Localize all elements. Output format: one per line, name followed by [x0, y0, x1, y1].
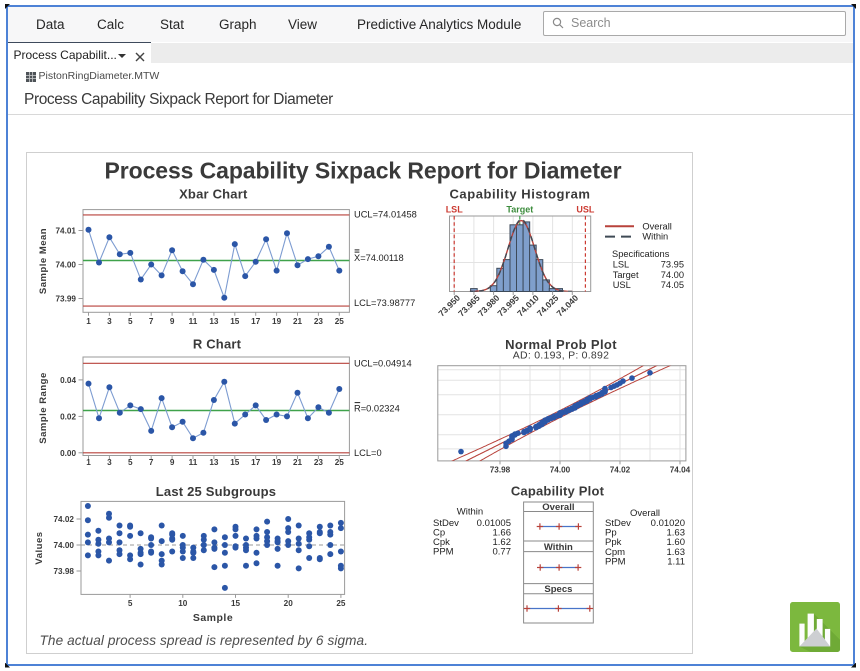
svg-text:23: 23: [314, 317, 324, 326]
svg-text:9: 9: [170, 317, 175, 326]
svg-text:Specifications: Specifications: [612, 249, 670, 259]
svg-text:LSL: LSL: [613, 259, 630, 269]
svg-text:Sample: Sample: [193, 612, 233, 624]
svg-text:R=0.02324: R=0.02324: [354, 403, 400, 413]
svg-text:Within: Within: [642, 232, 668, 242]
svg-text:5: 5: [128, 458, 133, 467]
svg-text:AD: 0.193, P: 0.892: AD: 0.193, P: 0.892: [513, 350, 609, 362]
svg-text:74.02: 74.02: [610, 465, 631, 474]
svg-text:0.02: 0.02: [60, 412, 76, 421]
svg-text:Last 25 Subgroups: Last 25 Subgroups: [156, 484, 276, 499]
svg-text:Target: Target: [613, 270, 639, 280]
svg-text:1: 1: [86, 458, 91, 467]
svg-text:21: 21: [293, 458, 303, 467]
svg-text:74.00: 74.00: [550, 465, 571, 474]
svg-text:7: 7: [149, 458, 154, 467]
svg-text:19: 19: [272, 317, 282, 326]
svg-text:73.95: 73.95: [661, 259, 684, 269]
svg-text:3: 3: [107, 458, 112, 467]
svg-text:19: 19: [272, 458, 282, 467]
svg-text:Capability Plot: Capability Plot: [511, 484, 605, 499]
svg-text:74.02: 74.02: [54, 515, 75, 524]
svg-text:Specs: Specs: [544, 584, 572, 595]
svg-text:17: 17: [251, 317, 261, 326]
svg-text:Capability Histogram: Capability Histogram: [449, 187, 590, 202]
svg-text:Sample Range: Sample Range: [38, 372, 49, 443]
svg-text:The actual process spread is r: The actual process spread is represented…: [40, 633, 369, 648]
svg-text:17: 17: [251, 458, 261, 467]
svg-text:1.11: 1.11: [667, 556, 685, 567]
svg-text:15: 15: [231, 599, 241, 608]
svg-text:73.98: 73.98: [54, 567, 75, 576]
svg-text:PPM: PPM: [605, 556, 626, 567]
svg-text:9: 9: [170, 458, 175, 467]
svg-text:0.00: 0.00: [60, 449, 76, 458]
svg-text:0.77: 0.77: [493, 547, 512, 558]
svg-text:74.00: 74.00: [54, 541, 75, 550]
svg-text:R Chart: R Chart: [193, 336, 242, 351]
svg-text:Values: Values: [34, 531, 45, 564]
svg-text:0.04: 0.04: [60, 376, 76, 385]
svg-text:11: 11: [189, 458, 198, 467]
svg-text:25: 25: [336, 599, 346, 608]
svg-text:Overall: Overall: [542, 502, 574, 513]
svg-text:74.040: 74.040: [554, 293, 580, 319]
svg-text:Xbar Chart: Xbar Chart: [179, 187, 248, 202]
svg-text:LSL: LSL: [446, 205, 464, 215]
svg-text:Within: Within: [544, 542, 573, 553]
svg-text:USL: USL: [576, 205, 595, 215]
svg-text:25: 25: [335, 317, 345, 326]
svg-text:Process Capability Sixpack Rep: Process Capability Sixpack Report for Di…: [105, 157, 622, 183]
svg-text:UCL=0.04914: UCL=0.04914: [354, 359, 412, 369]
svg-text:25: 25: [335, 458, 345, 467]
svg-text:X=74.00118: X=74.00118: [354, 253, 404, 263]
svg-text:Overall: Overall: [642, 221, 671, 231]
svg-text:13: 13: [209, 317, 219, 326]
svg-text:74.04: 74.04: [670, 465, 691, 474]
svg-text:10: 10: [178, 599, 188, 608]
svg-text:Within: Within: [457, 507, 483, 518]
svg-text:UCL=74.01458: UCL=74.01458: [354, 209, 417, 219]
svg-text:3: 3: [107, 317, 112, 326]
svg-text:15: 15: [230, 458, 240, 467]
svg-text:23: 23: [314, 458, 324, 467]
svg-text:LCL=73.98777: LCL=73.98777: [354, 298, 415, 308]
svg-text:74.00: 74.00: [661, 270, 684, 280]
svg-text:74.00: 74.00: [56, 261, 77, 270]
svg-text:73.99: 73.99: [56, 295, 77, 304]
svg-text:11: 11: [189, 317, 198, 326]
svg-text:21: 21: [293, 317, 303, 326]
svg-text:74.01: 74.01: [56, 227, 77, 236]
svg-text:15: 15: [230, 317, 240, 326]
svg-text:5: 5: [128, 317, 133, 326]
svg-text:74.05: 74.05: [661, 280, 684, 290]
svg-text:Sample Mean: Sample Mean: [38, 228, 49, 294]
svg-text:5: 5: [128, 599, 133, 608]
svg-text:13: 13: [209, 458, 219, 467]
svg-text:PPM: PPM: [433, 547, 454, 558]
svg-text:7: 7: [149, 317, 154, 326]
svg-text:20: 20: [284, 599, 294, 608]
svg-text:USL: USL: [613, 280, 631, 290]
svg-text:73.98: 73.98: [490, 465, 511, 474]
svg-text:Target: Target: [506, 205, 533, 215]
svg-text:LCL=0: LCL=0: [354, 448, 382, 458]
svg-text:1: 1: [86, 317, 91, 326]
